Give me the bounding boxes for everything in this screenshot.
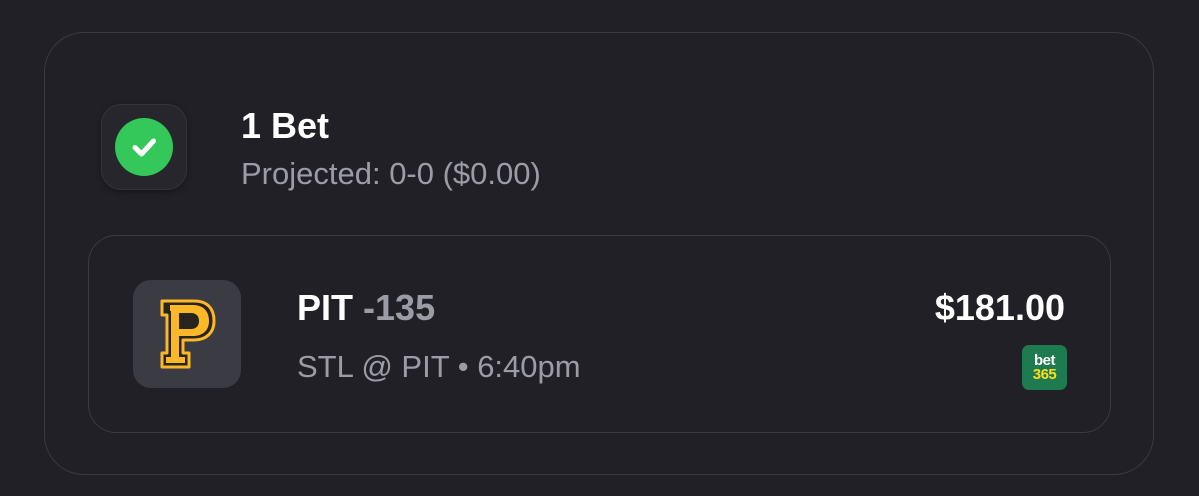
separator-dot: •	[457, 349, 469, 384]
book-logo-bottom: 365	[1032, 365, 1057, 383]
bet-team: PIT	[297, 287, 354, 328]
bet365-logo-icon: bet 365	[1022, 345, 1067, 390]
bet-count-title: 1 Bet	[241, 105, 330, 146]
pirates-logo-icon	[133, 280, 241, 388]
bet-line: PIT -135	[297, 286, 435, 330]
check-icon	[115, 118, 173, 176]
projected-summary: Projected: 0-0 ($0.00)	[241, 156, 541, 191]
game-time: 6:40pm	[477, 349, 581, 384]
status-tile	[101, 104, 187, 190]
game-info: STL @ PIT • 6:40pm	[297, 347, 581, 387]
game-matchup: STL @ PIT	[297, 349, 450, 384]
bet-item-card[interactable]	[88, 235, 1111, 433]
bet-amount: $181.00	[934, 287, 1065, 328]
bet-odds: -135	[363, 287, 436, 328]
